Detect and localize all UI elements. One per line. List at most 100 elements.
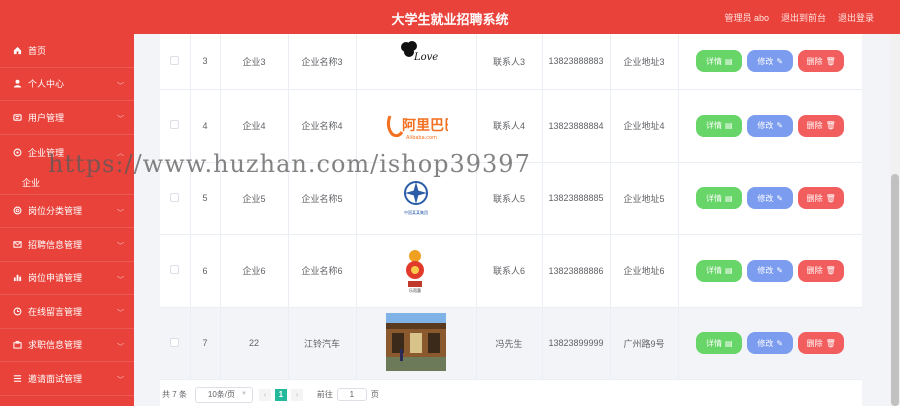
- detail-button[interactable]: 详情 ▤: [696, 332, 743, 354]
- category-icon: [12, 206, 22, 216]
- company-account: 企业6: [220, 234, 289, 308]
- chevron-down-icon: ﹀: [117, 377, 124, 384]
- contact-person: 冯先生: [476, 307, 543, 380]
- detail-button[interactable]: 详情 ▤: [696, 259, 743, 282]
- contact-phone: 13823888883: [542, 34, 611, 90]
- detail-button[interactable]: 详情 ▤: [696, 50, 743, 73]
- sidebar-item-label: 招聘信息管理: [28, 239, 83, 250]
- company-address: 企业地址5: [610, 162, 679, 235]
- trash-icon: 🗑: [825, 193, 836, 203]
- main-content: 3 企业3 企业名称3 Love 联系人3 13823888883 企业地址3: [134, 34, 890, 406]
- edit-icon: ✎: [776, 56, 784, 66]
- row-checkbox[interactable]: [170, 337, 180, 347]
- edit-icon: ✎: [776, 193, 784, 203]
- sidebar-subitem-company[interactable]: 企业: [0, 171, 134, 195]
- sidebar-item-recruitment[interactable]: 招聘信息管理 ﹀: [0, 228, 134, 262]
- delete-button[interactable]: 删除 🗑: [798, 187, 845, 209]
- company-account: 企业3: [220, 34, 289, 90]
- svg-text:Alibaba.com: Alibaba.com: [406, 135, 437, 141]
- sidebar-item-application[interactable]: 岗位申请管理 ﹀: [0, 262, 134, 295]
- sidebar-item-label: 岗位申请管理: [28, 273, 83, 284]
- company-account: 企业4: [220, 89, 289, 163]
- table-row: 3 企业3 企业名称3 Love 联系人3 13823888883 企业地址3: [160, 34, 862, 90]
- svg-text:阿里巴巴: 阿里巴巴: [402, 118, 448, 134]
- sidebar-item-job-category[interactable]: 岗位分类管理 ﹀: [0, 195, 134, 228]
- company-table: 3 企业3 企业名称3 Love 联系人3 13823888883 企业地址3: [160, 34, 862, 380]
- goto-page-input[interactable]: 1: [336, 388, 367, 401]
- delete-button[interactable]: 删除 🗑: [798, 114, 845, 137]
- page-scrollbar[interactable]: [890, 34, 900, 406]
- mascot-logo: 乐而惠: [399, 246, 433, 294]
- top-bar: 大学生就业招聘系统 管理员 abo 退出到前台 退出登录: [0, 0, 900, 34]
- chevron-up-icon: ︿: [117, 149, 124, 157]
- top-links: 管理员 abo 退出到前台 退出登录: [724, 11, 874, 24]
- goto-label: 前往: [316, 390, 333, 399]
- interview-icon: [12, 373, 22, 383]
- svg-text:Love: Love: [413, 52, 438, 63]
- chevron-down-icon: ﹀: [117, 310, 124, 317]
- prev-page-button[interactable]: ‹: [258, 388, 271, 401]
- love-logo: Love: [394, 38, 438, 64]
- delete-button[interactable]: 删除 🗑: [798, 50, 845, 73]
- chevron-down-icon: ﹀: [117, 82, 124, 90]
- contact-phone: 13823899999: [542, 307, 611, 380]
- detail-button[interactable]: 详情 ▤: [696, 114, 743, 137]
- row-index: 5: [190, 162, 221, 235]
- row-checkbox[interactable]: [170, 192, 180, 202]
- sidebar: 首页 个人中心 ﹀ 用户管理 ﹀ 企业管理 ︿ 企业 岗位分类管理 ﹀ 招聘信息…: [0, 34, 134, 406]
- sidebar-item-label: 个人中心: [28, 79, 65, 90]
- user-icon: [12, 79, 22, 89]
- page-number-current[interactable]: 1: [274, 388, 287, 401]
- row-index: 6: [190, 234, 221, 308]
- sidebar-item-home[interactable]: 首页: [0, 34, 134, 68]
- detail-icon: ▤: [724, 193, 733, 203]
- cross-logo: 中国某某集团: [396, 177, 436, 217]
- row-checkbox[interactable]: [170, 120, 180, 129]
- svg-text:中国某某集团: 中国某某集团: [404, 209, 428, 215]
- edit-button[interactable]: 修改 ✎: [747, 114, 794, 137]
- sidebar-item-label: 邀请面试管理: [28, 373, 83, 384]
- company-icon: [12, 148, 22, 158]
- row-checkbox[interactable]: [170, 55, 180, 65]
- sidebar-item-resume[interactable]: 求职信息管理 ﹀: [0, 329, 134, 362]
- trash-icon: 🗑: [825, 338, 836, 348]
- message-icon: [12, 239, 22, 249]
- company-account: 企业5: [220, 162, 289, 235]
- sidebar-item-label: 在线留言管理: [28, 306, 83, 317]
- logout-link[interactable]: 退出登录: [838, 11, 874, 24]
- company-address: 广州路9号: [610, 307, 679, 380]
- edit-button[interactable]: 修改 ✎: [747, 332, 794, 354]
- company-account: 22: [220, 307, 289, 380]
- scrollbar-thumb[interactable]: [891, 174, 899, 406]
- pagination: 共 7 条 10条/页 ▼ ‹ 1 › 前往 1 页: [160, 383, 862, 406]
- resume-icon: [12, 340, 22, 350]
- table-row: 5 企业5 企业名称5 中国某某集团 联系人5 13823888885 企业地址…: [160, 162, 862, 235]
- edit-button[interactable]: 修改 ✎: [747, 259, 794, 282]
- row-checkbox[interactable]: [170, 265, 180, 274]
- delete-button[interactable]: 删除 🗑: [798, 259, 845, 282]
- back-to-frontend-link[interactable]: 退出到前台: [781, 11, 826, 24]
- table-row: 4 企业4 企业名称4 阿里巴巴 Alibaba.com 联系人4 138238…: [160, 89, 862, 163]
- sidebar-item-company[interactable]: 企业管理 ︿: [0, 135, 134, 171]
- next-page-button[interactable]: ›: [290, 388, 303, 401]
- sidebar-item-users[interactable]: 用户管理 ﹀: [0, 101, 134, 135]
- total-count: 共 7 条: [162, 390, 187, 399]
- contact-person: 联系人4: [476, 89, 543, 163]
- home-icon: [12, 45, 22, 55]
- company-name: 江铃汽车: [288, 307, 357, 380]
- contact-phone: 13823888885: [542, 162, 611, 235]
- edit-button[interactable]: 修改 ✎: [747, 187, 794, 209]
- delete-button[interactable]: 删除 🗑: [798, 332, 845, 354]
- sidebar-item-messages[interactable]: 在线留言管理 ﹀: [0, 295, 134, 329]
- edit-button[interactable]: 修改 ✎: [747, 50, 794, 73]
- contact-phone: 13823888886: [542, 234, 611, 308]
- company-address: 企业地址3: [610, 34, 679, 90]
- contact-person: 联系人5: [476, 162, 543, 235]
- trash-icon: 🗑: [825, 266, 836, 275]
- detail-icon: ▤: [724, 338, 733, 348]
- sidebar-item-profile[interactable]: 个人中心 ﹀: [0, 68, 134, 101]
- sidebar-item-interview[interactable]: 邀请面试管理 ﹀: [0, 362, 134, 396]
- page-size-select[interactable]: 10条/页 ▼: [194, 386, 253, 403]
- company-address: 企业地址6: [610, 234, 679, 308]
- detail-button[interactable]: 详情 ▤: [696, 187, 743, 209]
